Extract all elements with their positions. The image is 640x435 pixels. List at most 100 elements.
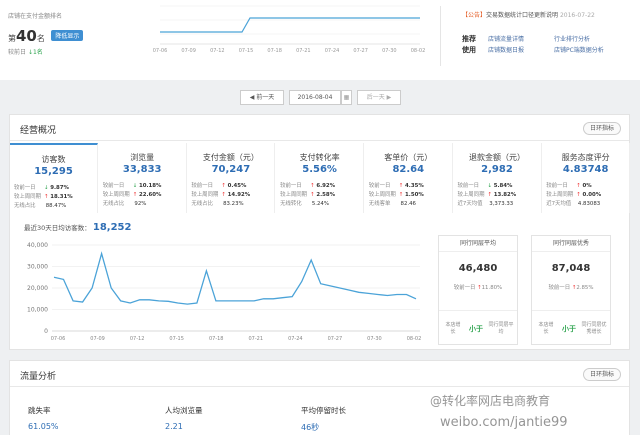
notice-bar[interactable]: 【公告】交易数据统计口径更新说明 2016-07-22	[462, 10, 640, 19]
card-change: 较前一日 ↑2.85%	[532, 283, 610, 291]
overview-indicator-button[interactable]: 日环指标	[582, 122, 621, 135]
metric-row: 较上周同期 ↑ 0.00%	[546, 191, 628, 200]
metric-row-arrow: ↓	[44, 185, 49, 191]
mini-tick-label: 07-30	[382, 48, 397, 54]
metric-row: 无线转化 5.24%	[280, 200, 362, 209]
rank-sub: 较前日 ↓1名	[8, 47, 43, 56]
card-footer: 本店增长 小于 同行同层平均	[439, 310, 517, 346]
metric-row-value: 2.58%	[316, 192, 336, 198]
metric-row-arrow: ↑	[132, 192, 138, 198]
metric-tab[interactable]: 支付金额（元） 70,247 较前一日 ↑ 0.45% 较上周同期 ↑ 14.92% 无线占…	[187, 143, 276, 213]
recommend-link[interactable]: 行业排行分析	[554, 34, 620, 45]
mini-tick-label: 07-15	[239, 48, 254, 54]
metric-name: 访客数	[41, 155, 66, 164]
card-change-label: 较前一日	[548, 285, 571, 291]
pv-per-visitor-metric[interactable]: 人均浏览量 2.21	[165, 405, 295, 431]
metric-row-label: 较上周同期	[191, 192, 219, 198]
metric-row-value: 18.31%	[50, 194, 73, 200]
recommend-links: 店铺流量详情 行业排行分析 店铺数据日报 店铺PC端数据分析	[488, 34, 620, 56]
metric-row-label: 较前一日	[191, 183, 213, 189]
metric-tab[interactable]: 访客数 15,295 较前一日 ↓ 9.87% 较上周同期 ↑ 18.31% 无线占比 88…	[10, 143, 98, 213]
metric-row-value: 88.47%	[45, 203, 67, 209]
metric-tab[interactable]: 浏览量 33,833 较前一日 ↓ 10.18% 较上周同期 ↑ 22.60% 无线占比 9…	[99, 143, 187, 213]
metric-row-label: 较前一日	[546, 183, 568, 189]
metric-row-label: 较上周同期	[457, 192, 485, 198]
avg-stay-time-metric[interactable]: 平均停留时长 46秒	[301, 405, 431, 433]
metric-row-label: 无线转化	[280, 201, 302, 207]
metric-row-value: 5.84%	[493, 183, 513, 189]
rank-sub-value: ↓1名	[27, 49, 43, 56]
metric-row-arrow: ↑	[310, 183, 315, 189]
metric-row: 较前一日 ↓ 5.84%	[458, 182, 540, 191]
metric-row-value: 0.45%	[227, 183, 247, 189]
metric-row-arrow: ↑	[487, 192, 493, 198]
metric-row-arrow: ↑	[44, 194, 49, 200]
metric-row-label: 无线占比	[102, 201, 125, 207]
metric-value: 2,982	[481, 164, 513, 175]
visitor-trend-chart: 40,000 30,000 20,000 10,000 007-06 07-09 07-12…	[27, 242, 421, 342]
metric-rows: 较前一日 ↑ 4.35% 较上周同期 ↑ 1.50% 无线客单 82.46	[369, 182, 451, 209]
metric-row-value: 0%	[582, 183, 592, 189]
avg-visitors-label: 最近30天日均访客数：	[24, 224, 91, 232]
metric-value: 5.56%	[302, 164, 337, 175]
metric-row-value: 4.83083	[577, 201, 601, 207]
metric-tab[interactable]: 服务态度评分 4.83748 较前一日 ↑ 0% 较上周同期 ↑ 0.00% 近7天均值 4…	[542, 143, 631, 213]
card-change-value: 11.80%	[481, 285, 503, 291]
visitor-chart-area: 最近30天日均访客数： 18,252 40,000 30,000 20,000 10,…	[10, 215, 430, 349]
card-value: 46,480	[458, 263, 498, 274]
rank-badge[interactable]: 降低显示	[51, 30, 84, 41]
metric-row: 较上周同期 ↑ 14.92%	[191, 191, 273, 200]
date-navigation: ◀ 前一天 2016-08-04 ▦ 后一天 ▶	[0, 84, 640, 112]
y-tick-label: 30,000	[27, 264, 48, 271]
x-tick-label: 07-21	[249, 336, 264, 342]
overview-header: 经营概况 日环指标	[10, 115, 629, 141]
metric-rows: 较前一日 ↓ 10.18% 较上周同期 ↑ 22.60% 无线占比 92%	[103, 182, 185, 209]
card-change-label: 较前一日	[453, 285, 476, 291]
metric-row: 无线占比 88.47%	[14, 202, 96, 211]
metric-row-label: 无线客单	[368, 201, 391, 207]
metric-row-label: 近7天均值	[546, 201, 572, 207]
peer-average-card: 同行同层平均 46,480 较前一日 ↑11.80% 本店增长 小于 同行同层平…	[438, 235, 518, 345]
bounce-rate-metric[interactable]: 跳失率 61.05%	[28, 405, 158, 431]
metric-row-value: 22.60%	[138, 192, 162, 198]
metric-row: 较上周同期 ↑ 18.31%	[14, 193, 96, 202]
metric-row-arrow: ↑	[398, 183, 404, 189]
calendar-icon[interactable]: ▦	[341, 90, 352, 105]
metric-row-arrow: ↑	[398, 192, 404, 198]
recommend-link[interactable]: 店铺流量详情	[488, 34, 554, 45]
metric-row-label: 较上周同期	[102, 192, 130, 198]
metric-row: 较上周同期 ↑ 13.82%	[458, 191, 540, 200]
metric-tab[interactable]: 退款金额（元） 2,982 较前一日 ↓ 5.84% 较上周同期 ↑ 13.82% 近7天均…	[454, 143, 542, 213]
metric-row-value: 92%	[134, 201, 147, 207]
metric-row-label: 较上周同期	[14, 194, 41, 200]
next-day-button[interactable]: 后一天 ▶	[357, 90, 401, 105]
metric-tab[interactable]: 支付转化率 5.56% 较前一日 ↑ 6.92% 较上周同期 ↑ 2.58% 无线转化 5.…	[276, 143, 365, 213]
notice-text[interactable]: 交易数据统计口径更新说明	[486, 12, 558, 19]
metric-row: 较前一日 ↑ 0.45%	[191, 182, 273, 191]
metric-rows: 较前一日 ↑ 0.45% 较上周同期 ↑ 14.92% 无线占比 83.23%	[191, 182, 273, 209]
mini-tick-label: 07-06	[153, 48, 168, 54]
metric-row: 较前一日 ↑ 4.35%	[369, 182, 451, 191]
metric-row-value: 83.23%	[223, 201, 244, 207]
traffic-indicator-button[interactable]: 日环指标	[582, 368, 621, 381]
x-tick-label: 07-30	[367, 336, 382, 342]
card-footer: 本店增长 小于 同行同层优秀增长	[532, 310, 610, 346]
card-title: 同行同层优秀	[532, 236, 610, 252]
top-divider	[440, 6, 441, 66]
x-tick-label: 07-06	[51, 336, 66, 342]
prev-day-button[interactable]: ◀ 前一天	[240, 90, 284, 105]
metric-row-value: 3,373.33	[489, 201, 514, 207]
card-foot-left: 本店增长	[538, 322, 554, 335]
metric-row-label: 较前一日	[457, 183, 480, 189]
rank-trend-chart: 07-06 07-09 07-12 07-15 07-18 07-21 07-24 07-27…	[153, 5, 425, 54]
recommend-link[interactable]: 店铺数据日报	[488, 45, 554, 56]
card-foot-right: 同行同层优秀增长	[581, 322, 607, 335]
metric-value: 4.83748	[562, 164, 609, 175]
recommend-link[interactable]: 店铺PC端数据分析	[554, 45, 620, 56]
date-field[interactable]: 2016-08-04	[289, 90, 341, 105]
metric-tab[interactable]: 客单价（元） 82.64 较前一日 ↑ 4.35% 较上周同期 ↑ 1.50% 无线客单 8…	[365, 143, 453, 213]
metric-row-value: 6.92%	[316, 183, 336, 189]
x-tick-label: 07-09	[90, 336, 105, 342]
metric-rows: 较前一日 ↑ 0% 较上周同期 ↑ 0.00% 近7天均值 4.83083	[546, 182, 628, 209]
x-tick-label: 07-15	[169, 336, 184, 342]
